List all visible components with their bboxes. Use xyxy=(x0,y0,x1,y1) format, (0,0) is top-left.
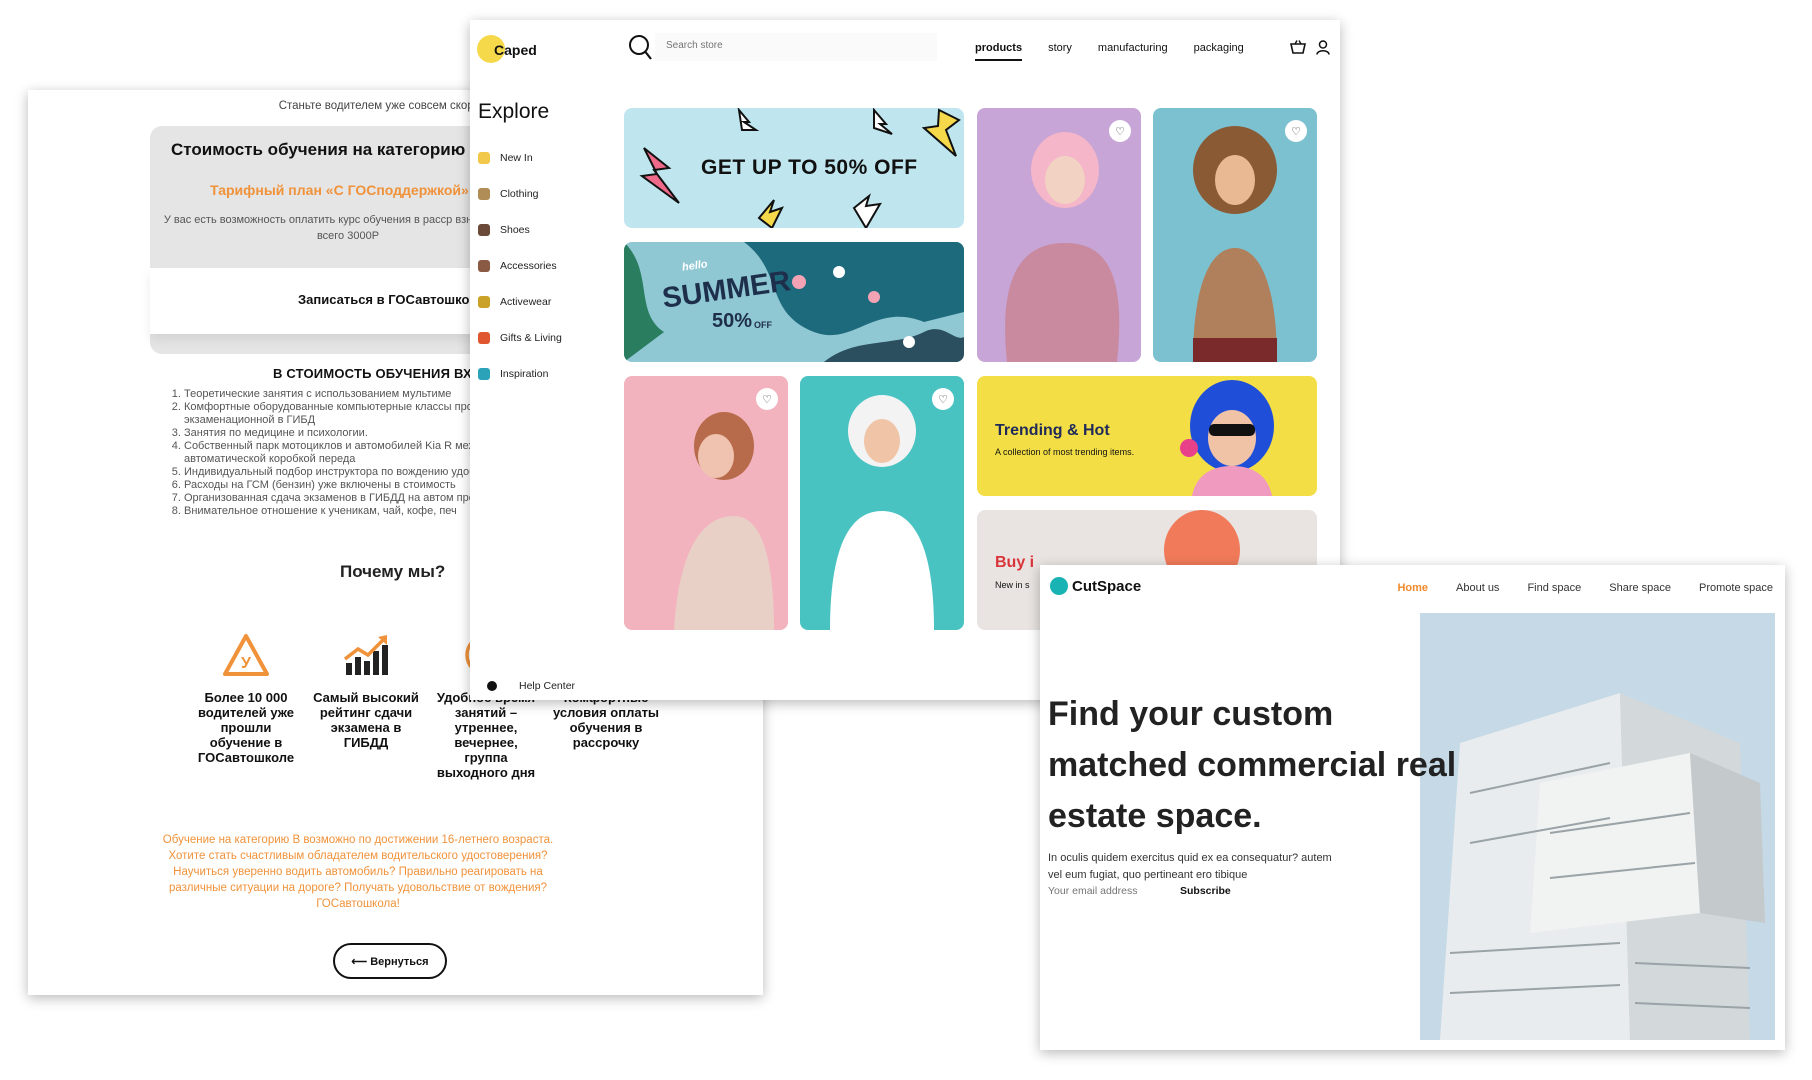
trending-subtitle: A collection of most trending items. xyxy=(995,447,1135,457)
buy-title: Buy i xyxy=(995,554,1035,571)
model-photo xyxy=(1005,132,1120,362)
favorite-icon[interactable]: ♡ xyxy=(1285,120,1307,142)
category-label: Gifts & Living xyxy=(500,332,562,344)
category-accessories[interactable]: Accessories xyxy=(478,260,557,272)
category-clothing[interactable]: Clothing xyxy=(478,188,539,200)
nav-manufacturing[interactable]: manufacturing xyxy=(1098,42,1168,61)
why-us-title: Почему мы? xyxy=(340,562,446,581)
feature-text: Более 10 000 водителей уже прошли обучен… xyxy=(197,690,295,765)
category-label: Inspiration xyxy=(500,368,549,380)
summer-off: OFF xyxy=(754,320,772,330)
category-label: Activewear xyxy=(500,296,552,308)
nav-home[interactable]: Home xyxy=(1397,582,1428,594)
chat-icon xyxy=(487,681,497,691)
included-title: В СТОИМОСТЬ ОБУЧЕНИЯ ВХ xyxy=(273,366,472,381)
nav-about-us[interactable]: About us xyxy=(1456,582,1499,594)
gift-icon xyxy=(478,332,490,344)
favorite-icon[interactable]: ♡ xyxy=(756,388,778,410)
search-icon[interactable] xyxy=(628,34,654,67)
logo[interactable]: Caped xyxy=(494,42,537,58)
triangle-sign-icon: У xyxy=(191,630,301,680)
category-inspiration[interactable]: Inspiration xyxy=(478,368,548,380)
hero-headline: Find your custom matched commercial real… xyxy=(1048,695,1457,835)
search-input[interactable] xyxy=(666,40,926,51)
product-image[interactable]: ♡ xyxy=(1153,108,1317,362)
feature-drivers: У Более 10 000 водителей уже прошли обуч… xyxy=(191,630,301,765)
trending-banner[interactable]: Trending & Hot A collection of most tren… xyxy=(977,376,1317,496)
model-photo xyxy=(674,412,774,630)
email-input[interactable] xyxy=(1048,885,1168,897)
cutspace-logo[interactable]: CutSpace xyxy=(1050,577,1141,595)
user-icon[interactable] xyxy=(1316,40,1330,60)
logo-mark xyxy=(1050,577,1068,595)
logo-text: CutSpace xyxy=(1072,577,1142,595)
basket-icon[interactable] xyxy=(1290,40,1306,59)
price-card-title: Стоимость обучения на категорию xyxy=(171,140,466,159)
help-label: Help Center xyxy=(519,680,576,692)
growth-chart-icon xyxy=(311,630,421,680)
feature-text: Удобное время занятий – утреннее, вечерн… xyxy=(436,690,536,780)
buy-subtitle: New in s xyxy=(995,580,1030,590)
category-activewear[interactable]: Activewear xyxy=(478,296,551,308)
shoe-icon xyxy=(478,224,490,236)
trending-title: Trending & Hot xyxy=(995,422,1110,439)
lightning-icon xyxy=(478,152,490,164)
shirt-icon xyxy=(478,188,490,200)
product-image[interactable]: ♡ xyxy=(800,376,964,630)
summer-banner[interactable]: hello SUMMER 50% OFF xyxy=(624,242,964,362)
favorite-icon[interactable]: ♡ xyxy=(932,388,954,410)
plan-title: Тарифный план «С ГОСподдержкой» М xyxy=(210,182,485,198)
model-photo xyxy=(1193,126,1277,362)
explore-title: Explore xyxy=(478,100,550,123)
hero-subtitle: In oculis quidem exercitus quid ex ea co… xyxy=(1048,852,1332,881)
main-nav: products story manufacturing packaging xyxy=(975,42,1270,61)
sale-text: GET UP TO 50% OFF xyxy=(701,156,918,179)
cutspace-window: CutSpace Home About us Find space Share … xyxy=(1040,565,1785,1050)
age-note: Обучение на категорию B возможно по дост… xyxy=(162,834,554,910)
category-new-in[interactable]: New In xyxy=(478,152,533,164)
sale-banner[interactable]: GET UP TO 50% OFF xyxy=(624,108,964,228)
nav-packaging[interactable]: packaging xyxy=(1194,42,1244,61)
category-label: Accessories xyxy=(500,260,557,272)
nav-products[interactable]: products xyxy=(975,42,1023,61)
product-image[interactable]: ♡ xyxy=(977,108,1141,362)
enroll-button[interactable]: Записаться в ГОСавтошко xyxy=(298,292,469,307)
favorite-icon[interactable]: ♡ xyxy=(1109,120,1131,142)
diamond-icon xyxy=(478,368,490,380)
back-button[interactable]: ⟵ Вернуться xyxy=(333,943,447,979)
summer-percent: 50% xyxy=(712,310,753,332)
category-shoes[interactable]: Shoes xyxy=(478,224,530,236)
help-center-link[interactable]: Help Center xyxy=(478,680,575,692)
svg-text:У: У xyxy=(241,655,252,672)
nav-find-space[interactable]: Find space xyxy=(1527,582,1581,594)
nav-share-space[interactable]: Share space xyxy=(1609,582,1671,594)
feature-rating: Самый высокий рейтинг сдачи экзамена в Г… xyxy=(311,630,421,750)
product-image[interactable]: ♡ xyxy=(624,376,788,630)
nav-promote-space[interactable]: Promote space xyxy=(1699,582,1773,594)
subscribe-button[interactable]: Subscribe xyxy=(1180,885,1231,897)
running-icon xyxy=(478,296,490,308)
model-photo xyxy=(830,395,934,630)
category-label: Shoes xyxy=(500,224,530,236)
category-label: Clothing xyxy=(500,188,539,200)
category-label: New In xyxy=(500,152,533,164)
nav-story[interactable]: story xyxy=(1048,42,1072,61)
category-gifts-living[interactable]: Gifts & Living xyxy=(478,332,562,344)
bag-icon xyxy=(478,260,490,272)
feature-text: Самый высокий рейтинг сдачи экзамена в Г… xyxy=(313,690,419,750)
main-nav: Home About us Find space Share space Pro… xyxy=(1369,582,1773,594)
